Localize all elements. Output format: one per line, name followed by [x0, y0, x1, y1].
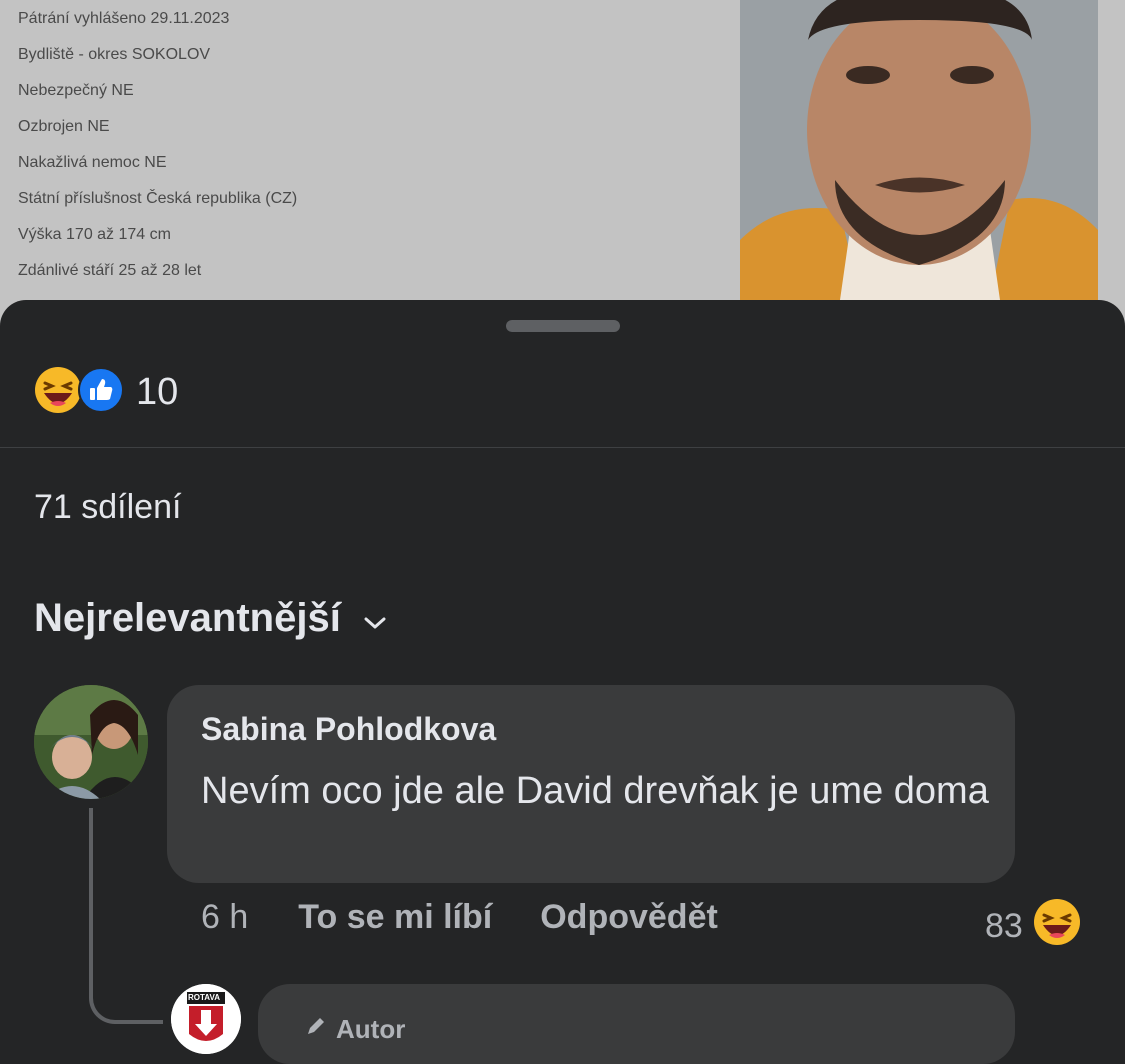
thread-line	[89, 808, 93, 998]
comment-time[interactable]: 6 h	[201, 898, 248, 937]
reply-bubble[interactable]: Autor	[258, 984, 1015, 1064]
info-nationality: Státní příslušnost Česká republika (CZ)	[18, 190, 298, 207]
info-age: Zdánlivé stáří 25 až 28 let	[18, 262, 202, 279]
wanted-info-list: Pátrání vyhlášeno 29.11.2023 Bydliště - …	[18, 8, 297, 296]
chevron-down-icon	[363, 596, 387, 641]
comment-reaction-count: 83	[985, 907, 1023, 945]
reaction-count: 10	[136, 371, 179, 413]
comment-author[interactable]: Sabina Pohlodkova	[201, 711, 496, 748]
wanted-post-image: Pátrání vyhlášeno 29.11.2023 Bydliště - …	[0, 0, 1125, 330]
thread-connector	[89, 980, 163, 1024]
comment-text: Nevím oco jde ale David drevňak je ume d…	[201, 770, 989, 812]
reply-avatar[interactable]: ROTAVA	[171, 984, 241, 1054]
sort-label: Nejrelevantnější	[34, 596, 341, 640]
reply-avatar-label: ROTAVA	[188, 993, 220, 1002]
divider	[0, 447, 1125, 448]
info-armed: Ozbrojen NE	[18, 118, 110, 135]
shares-count[interactable]: 71 sdílení	[34, 488, 181, 527]
laugh-emoji-icon	[34, 366, 82, 419]
reactions-summary[interactable]: 10	[34, 366, 178, 419]
info-residence: Bydliště - okres SOKOLOV	[18, 46, 211, 63]
info-height: Výška 170 až 174 cm	[18, 226, 171, 243]
comment-reactions[interactable]: 83	[985, 898, 1081, 955]
reply-button[interactable]: Odpovědět	[540, 898, 718, 937]
drag-handle[interactable]	[506, 320, 620, 332]
info-date: Pátrání vyhlášeno 29.11.2023	[18, 10, 230, 27]
pencil-icon	[304, 1014, 328, 1045]
laugh-emoji-icon	[1033, 898, 1081, 955]
info-disease: Nakažlivá nemoc NE	[18, 154, 167, 171]
comment-actions: 6 h To se mi líbí Odpovědět	[201, 898, 718, 937]
author-badge: Autor	[304, 1014, 405, 1045]
comment-bubble[interactable]: Sabina Pohlodkova Nevím oco jde ale Davi…	[167, 685, 1015, 883]
like-icon	[78, 367, 124, 418]
suspect-photo	[740, 0, 1098, 300]
sort-dropdown[interactable]: Nejrelevantnější	[34, 596, 387, 641]
info-dangerous: Nebezpečný NE	[18, 82, 134, 99]
comments-sheet: 10 71 sdílení Nejrelevantnější Sabina Po…	[0, 300, 1125, 1064]
author-badge-label: Autor	[336, 1014, 406, 1044]
avatar[interactable]	[34, 685, 148, 799]
like-button[interactable]: To se mi líbí	[298, 898, 492, 937]
